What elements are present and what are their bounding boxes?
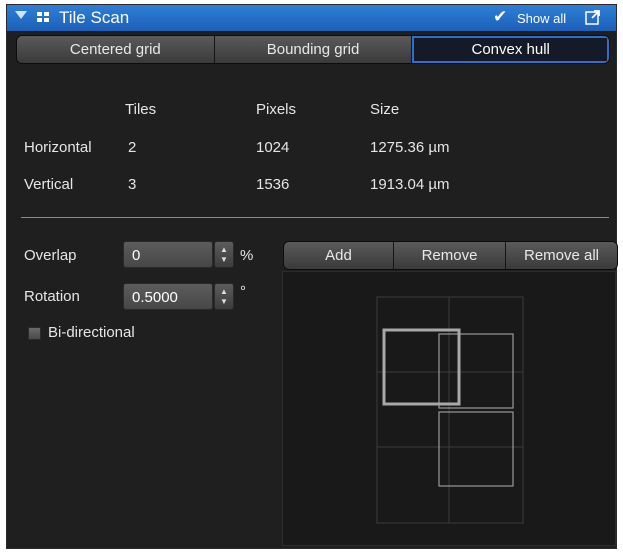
grid-mode-tabs: Centered grid Bounding grid Convex hull bbox=[16, 35, 610, 64]
header-size: Size bbox=[370, 101, 400, 118]
tab-centered-grid[interactable]: Centered grid bbox=[17, 36, 215, 63]
overlap-label: Overlap bbox=[24, 247, 77, 264]
tile-preview-canvas[interactable] bbox=[282, 271, 616, 546]
header-tiles: Tiles bbox=[125, 101, 157, 118]
row-vertical-label: Vertical bbox=[24, 176, 74, 193]
bidirectional-checkbox[interactable] bbox=[28, 327, 41, 340]
header-pixels: Pixels bbox=[256, 101, 297, 118]
vertical-tiles: 3 bbox=[128, 176, 137, 193]
overlap-input[interactable]: 0 bbox=[123, 241, 213, 268]
rotation-input[interactable]: 0.5000 bbox=[123, 283, 213, 310]
rotation-unit: ° bbox=[240, 283, 246, 300]
remove-all-button[interactable]: Remove all bbox=[506, 242, 617, 269]
tile-grid-icon bbox=[37, 12, 51, 24]
overlap-spinner[interactable]: ▲ ▼ bbox=[214, 241, 234, 268]
rotation-spinner[interactable]: ▲ ▼ bbox=[214, 283, 234, 310]
bidirectional-label[interactable]: Bi-directional bbox=[48, 324, 135, 341]
remove-button[interactable]: Remove bbox=[394, 242, 506, 269]
panel-title: Tile Scan bbox=[59, 8, 130, 27]
horizontal-tiles: 2 bbox=[128, 139, 137, 156]
popout-icon[interactable] bbox=[585, 9, 601, 25]
rotation-label: Rotation bbox=[24, 288, 80, 305]
tile-action-buttons: Add Remove Remove all bbox=[283, 241, 618, 270]
tile-scan-panel: Tile Scan ✔ Show all Centered grid Bound… bbox=[6, 4, 618, 549]
tile-2[interactable] bbox=[438, 411, 514, 487]
title-bar: Tile Scan ✔ Show all bbox=[7, 5, 616, 31]
vertical-size: 1913.04 µm bbox=[370, 176, 450, 193]
collapse-arrow-icon[interactable] bbox=[15, 11, 27, 19]
tab-bounding-grid[interactable]: Bounding grid bbox=[214, 36, 413, 63]
section-divider bbox=[21, 217, 609, 218]
tile-selected[interactable] bbox=[382, 328, 461, 406]
tile-layout-preview bbox=[376, 296, 524, 524]
horizontal-size: 1275.36 µm bbox=[370, 139, 450, 156]
show-all-checkmark-icon[interactable]: ✔ bbox=[493, 7, 507, 27]
tile-1[interactable] bbox=[438, 333, 514, 409]
row-horizontal-label: Horizontal bbox=[24, 139, 92, 156]
tab-convex-hull[interactable]: Convex hull bbox=[412, 36, 609, 63]
vertical-pixels: 1536 bbox=[256, 176, 290, 193]
add-button[interactable]: Add bbox=[284, 242, 394, 269]
horizontal-pixels: 1024 bbox=[256, 139, 290, 156]
overlap-unit: % bbox=[240, 247, 254, 264]
show-all-label[interactable]: Show all bbox=[517, 11, 566, 26]
